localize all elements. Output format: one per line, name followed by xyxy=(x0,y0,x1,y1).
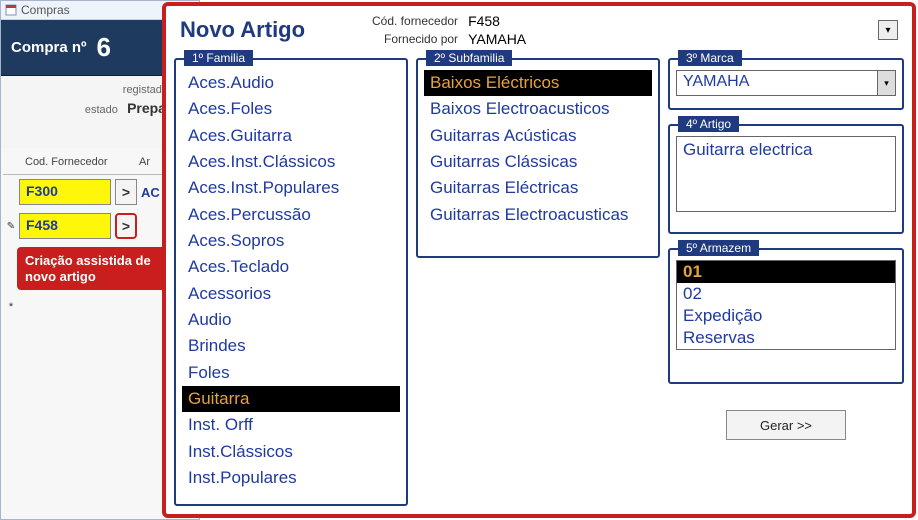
list-item[interactable]: Acessorios xyxy=(182,281,400,307)
row-expand-button[interactable]: > xyxy=(115,213,137,239)
meta-cod-value: F458 xyxy=(468,13,526,29)
estado-label: estado xyxy=(85,104,118,116)
row-marker-edit-icon xyxy=(3,220,19,232)
panel-subfamilia: 2º Subfamilia Baixos EléctricosBaixos El… xyxy=(416,58,660,258)
chevron-down-icon[interactable]: ▾ xyxy=(877,71,895,95)
list-item[interactable]: Aces.Teclado xyxy=(182,254,400,280)
familia-list[interactable]: Aces.AudioAces.FolesAces.GuitarraAces.In… xyxy=(182,70,400,492)
compra-label: Compra nº xyxy=(11,39,86,56)
meta-forn-value: YAMAHA xyxy=(468,31,526,47)
list-item[interactable]: Brindes xyxy=(182,333,400,359)
list-item[interactable]: Aces.Audio xyxy=(182,70,400,96)
list-item[interactable]: Aces.Inst.Populares xyxy=(182,175,400,201)
compra-number: 6 xyxy=(96,32,110,63)
marca-value: YAMAHA xyxy=(677,71,877,95)
marca-combo[interactable]: YAMAHA ▾ xyxy=(676,70,896,96)
list-item[interactable]: Guitarras Acústicas xyxy=(424,123,652,149)
list-item[interactable]: 01 xyxy=(677,261,895,283)
list-item[interactable]: Guitarras Clássicas xyxy=(424,149,652,175)
subfam-list[interactable]: Baixos EléctricosBaixos Electroacusticos… xyxy=(424,70,652,228)
panel-familia: 1º Familia Aces.AudioAces.FolesAces.Guit… xyxy=(174,58,408,506)
wizard-header: Novo Artigo Cód. fornecedor F458 Forneci… xyxy=(166,6,912,54)
list-item[interactable]: Guitarras Eléctricas xyxy=(424,175,652,201)
list-item[interactable]: Aces.Inst.Clássicos xyxy=(182,149,400,175)
panel-armazem: 5º Armazem 0102ExpediçãoReservas xyxy=(668,248,904,384)
col-cod: Cod. Fornecedor xyxy=(23,154,115,170)
cod-cell[interactable]: F300 xyxy=(19,179,111,205)
novo-artigo-wizard: Novo Artigo Cód. fornecedor F458 Forneci… xyxy=(162,2,916,518)
list-item[interactable]: Aces.Foles xyxy=(182,96,400,122)
bg-tab-title: Compras xyxy=(21,3,70,17)
list-item[interactable]: Reservas xyxy=(677,327,895,349)
panel-artigo: 4º Artigo Guitarra electrica xyxy=(668,124,904,234)
list-item[interactable]: Baixos Eléctricos xyxy=(424,70,652,96)
form-icon xyxy=(5,4,17,16)
cod-cell[interactable]: F458 xyxy=(19,213,111,239)
list-item[interactable]: Inst.Populares xyxy=(182,465,400,491)
meta-forn-label: Fornecido por xyxy=(372,31,466,47)
list-item[interactable]: Aces.Sopros xyxy=(182,228,400,254)
list-item[interactable]: Expedição xyxy=(677,305,895,327)
artigo-textarea[interactable]: Guitarra electrica xyxy=(676,136,896,212)
meta-cod-label: Cód. fornecedor xyxy=(372,13,466,29)
list-item[interactable]: 02 xyxy=(677,283,895,305)
armazem-list[interactable]: 0102ExpediçãoReservas xyxy=(676,260,896,350)
subfam-legend: 2º Subfamilia xyxy=(426,50,512,66)
familia-legend: 1º Familia xyxy=(184,50,253,66)
list-item[interactable]: Inst.Clássicos xyxy=(182,439,400,465)
armazem-legend: 5º Armazem xyxy=(678,240,759,256)
list-item[interactable]: Guitarras Electroacusticas xyxy=(424,202,652,228)
list-item[interactable]: Guitarra xyxy=(182,386,400,412)
list-item[interactable]: Inst. Orff xyxy=(182,412,400,438)
callout-tooltip: Criação assistida de novo artigo xyxy=(17,247,177,290)
row-expand-button[interactable]: > xyxy=(115,179,137,205)
gerar-button[interactable]: Gerar >> xyxy=(726,410,846,440)
list-item[interactable]: Aces.Percussão xyxy=(182,202,400,228)
wizard-meta: Cód. fornecedor F458 Fornecido por YAMAH… xyxy=(370,11,528,49)
list-item[interactable]: Foles xyxy=(182,360,400,386)
row-marker-new-icon xyxy=(3,301,19,313)
list-item[interactable]: Baixos Electroacusticos xyxy=(424,96,652,122)
supplier-dropdown-button[interactable]: ▾ xyxy=(878,20,898,40)
panel-marca: 3º Marca YAMAHA ▾ xyxy=(668,58,904,110)
list-item[interactable]: Audio xyxy=(182,307,400,333)
wizard-title: Novo Artigo xyxy=(180,17,370,43)
col-art: Ar xyxy=(137,154,152,170)
artigo-legend: 4º Artigo xyxy=(678,116,739,132)
marca-legend: 3º Marca xyxy=(678,50,742,66)
list-item[interactable]: Aces.Guitarra xyxy=(182,123,400,149)
